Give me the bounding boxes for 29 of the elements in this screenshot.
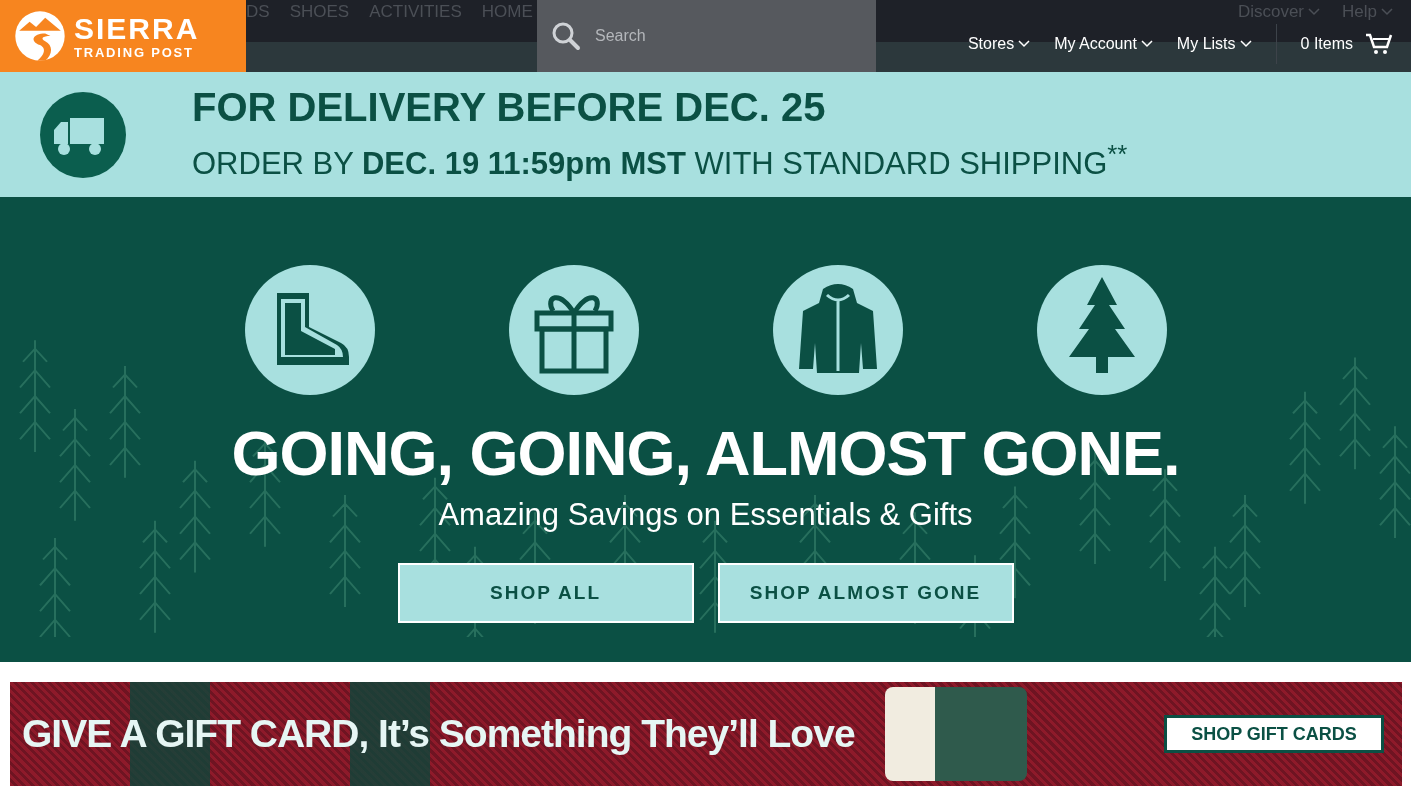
jacket-icon[interactable] [772, 265, 903, 395]
gift-card-headline: GIVE A GIFT CARD, It’s Something They’ll Love [22, 712, 855, 756]
menu-dropdown[interactable]: My Account [1054, 35, 1153, 53]
search-icon [551, 21, 581, 51]
cart-icon [1365, 32, 1393, 56]
cart-link[interactable]: 0 Items [1300, 32, 1393, 56]
menu-dropdown[interactable]: My Lists [1176, 35, 1252, 53]
truck-icon [40, 91, 126, 178]
menu-dropdown[interactable]: Stores [967, 35, 1031, 53]
search-input[interactable]: Search [595, 0, 876, 72]
boot-icon[interactable] [244, 265, 375, 395]
chevron-down-icon [1140, 40, 1153, 48]
shop-gift-cards-button[interactable]: SHOP GIFT CARDS [1164, 715, 1384, 753]
delivery-detail: ORDER BY DEC. 19 11:59pm MST WITH STANDARD SHIPPING$^{**}$ [192, 139, 1128, 184]
logo-wordmark: SIERRA [74, 12, 200, 45]
chevron-down-icon [1308, 8, 1321, 16]
gift-icon[interactable] [508, 265, 639, 395]
hero-subheadline: Amazing Savings on Essentials & Gifts [438, 496, 973, 534]
logo-tagline: TRADING POST [74, 44, 195, 60]
search-field[interactable]: Search [537, 0, 876, 72]
shop-button[interactable]: SHOP ALMOST GONE [717, 563, 1014, 623]
chevron-down-icon [1381, 8, 1393, 16]
mountain-road-icon [14, 10, 66, 62]
shop-button[interactable]: SHOP ALL [397, 563, 694, 623]
tree-icon[interactable] [1036, 265, 1167, 395]
chevron-down-icon [1018, 40, 1031, 48]
delivery-headline: FOR DELIVERY BEFORE DEC. 25 [192, 84, 827, 132]
chevron-down-icon [1239, 40, 1252, 48]
hero-headline: GOING, GOING, ALMOST GONE. [231, 417, 1180, 490]
